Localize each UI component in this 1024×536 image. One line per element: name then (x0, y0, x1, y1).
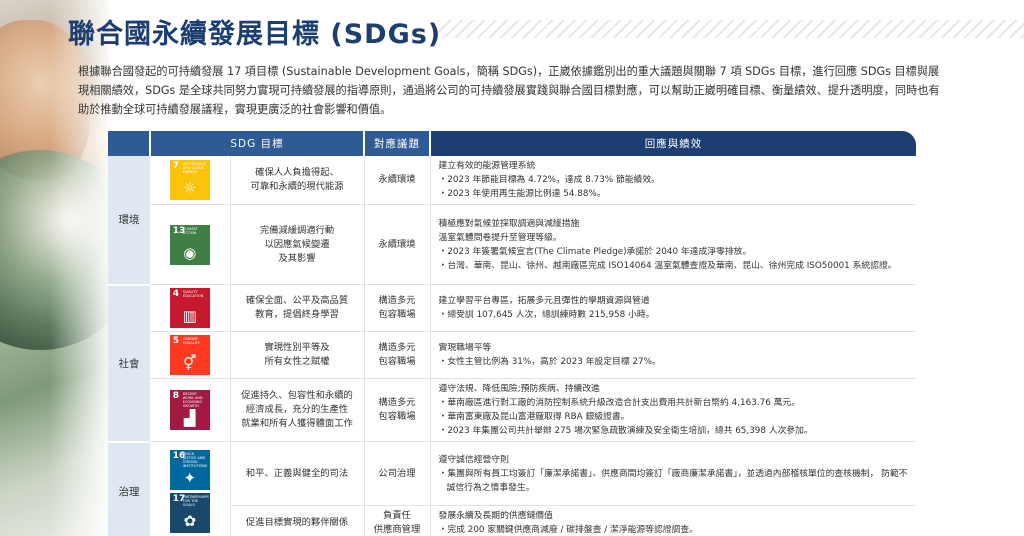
sdg-goal-7-icon: 7 AFFORDABLE AND CLEAN ENERGY ☼ (169, 160, 210, 200)
title-stripe-decoration (438, 20, 1024, 38)
table-row: 8 DECENT WORK AND ECONOMIC GROWTH ▟ 促進持久、包容… (108, 378, 917, 442)
intro-paragraph: 根據聯合國發起的可持續發展 17 項目標 (Sustainable Develo… (78, 65, 940, 116)
outcome-heading: 發展永續及長期的供應鏈價值 (438, 511, 553, 521)
outcome-bullet: 2023 年使用再生能源比例達 54.88%。 (439, 187, 909, 201)
table-row: 治理 16 PEACE, JUSTICE AND STRONG INSTITUTIO… (108, 441, 917, 536)
category-cell: 環境 (108, 156, 150, 286)
sdg-goal-5-icon: 5 GENDER EQUALITY ⚥ (169, 335, 210, 375)
header-goal: SDG 目標 (148, 131, 365, 156)
goal-cell: 和平、正義與健全的司法 (230, 441, 365, 506)
outcome-bullet: 女性主管比例為 31%，高於 2023 年設定目標 27%。 (439, 355, 909, 369)
outcome-heading: 遵守法規、降低風險;預防疾病、持續改進 (438, 384, 600, 394)
sdg-number: 8 (172, 391, 180, 401)
topic-cell: 永續環境 (364, 156, 431, 205)
outcome-cell: 遵守誠信經營守則集團與所有員工均簽訂「廉潔承諾書」、供應商間均簽訂「廠商廉潔承諾… (430, 441, 917, 506)
sdg-pictogram-icon: ⚥ (182, 354, 197, 372)
outcome-cell: 發展永續及長期的供應鏈價值完成 200 家關鍵供應商減廢 / 碳排盤查 / 潔淨… (430, 505, 917, 536)
sdg-icon-cell: 16 PEACE, JUSTICE AND STRONG INSTITUTIONS… (150, 441, 231, 536)
sdg-number: 5 (172, 336, 180, 346)
table-row: 促進目標實現的夥伴關係負責任 供應商管理發展永續及長期的供應鏈價值完成 200 … (108, 505, 917, 536)
topic-cell: 公司治理 (364, 441, 431, 506)
outcome-cell: 建立有效的能源管理系統 2023 年節能目標為 4.72%，達成 8.73% 節能… (430, 156, 917, 205)
table-row: 13 CLIMATE ACTION ◉ 完備減緩調適行動 以因應氣候變遷 及其影響 永續… (108, 204, 917, 285)
outcome-heading: 建立學習平台專區，拓展多元且彈性的學期資源與管道 (438, 296, 650, 306)
sdg-label: QUALITY EDUCATION (182, 290, 204, 298)
outcome-heading: 建立有效的能源管理系統 (438, 161, 536, 171)
category-cell: 治理 (108, 441, 150, 536)
sdg-pictogram-icon: ✿ (183, 511, 197, 530)
sdg-icon-cell: 8 DECENT WORK AND ECONOMIC GROWTH ▟ (150, 378, 231, 442)
goal-cell: 實現性別平等及 所有女性之賦權 (230, 331, 365, 379)
sdg-label: PEACE, JUSTICE AND STRONG INSTITUTIONS (182, 451, 208, 468)
sdg-icon-cell: 7 AFFORDABLE AND CLEAN ENERGY ☼ (150, 156, 231, 205)
sdg-label: DECENT WORK AND ECONOMIC GROWTH (182, 392, 203, 408)
goal-cell: 確保全面、公平及高品質 教育，提倡終身學習 (230, 284, 365, 332)
outcome-bullet: 2023 年簽署氣候宣言(The Climate Pledge)承諾於 2040… (439, 245, 909, 259)
outcome-cell: 積極應對氣候並採取調適與減緩措施 溫室氣體問卷提升至管理等級。 2023 年簽署氣… (430, 204, 917, 285)
sdg-label: AFFORDABLE AND CLEAN ENERGY (182, 162, 206, 174)
table-row: 社會 4 QUALITY EDUCATION ▥ 確保全面、公平及高品質 教育，提倡終身… (108, 284, 917, 443)
topic-cell: 構造多元 包容職場 (364, 331, 431, 379)
sdg-icon-cell: 4 QUALITY EDUCATION ▥ (150, 284, 231, 332)
sdg-icon-cell: 13 CLIMATE ACTION ◉ (150, 204, 231, 285)
outcome-bullet: 完成 200 家關鍵供應商減廢 / 碳排盤查 / 潔淨能源等認證調查。 (439, 523, 909, 536)
outcome-cell: 建立學習平台專區，拓展多元且彈性的學期資源與管道總受訓 107,645 人次，總… (430, 284, 917, 332)
sdg-table: SDG 目標 對應議題 回應與績效 環境 7 AFFORDABLE AND CLEA… (108, 131, 917, 536)
page-title: 聯合國永續發展目標 (SDGs) (68, 19, 442, 50)
sdg-pictogram-icon: ▥ (182, 307, 197, 325)
sdg-number: 4 (172, 289, 180, 299)
sdg-pictogram-icon: ▟ (183, 409, 196, 427)
outcome-bullet: 2023 年集團公司共計舉辦 275 場次緊急疏散演練及安全衛生培訓，總共 65… (439, 424, 909, 438)
outcome-bullet: 總受訓 107,645 人次，總訓練時數 215,958 小時。 (439, 308, 909, 322)
sdg-label: PARTNERSHIPS FOR THE GOALS (182, 494, 209, 507)
category-cell: 社會 (108, 284, 150, 443)
sdg-pictogram-icon: ☼ (183, 179, 197, 197)
sdg-goal-16-icon: 16 PEACE, JUSTICE AND STRONG INSTITUTIONS… (169, 449, 210, 490)
table-row: 環境 7 AFFORDABLE AND CLEAN ENERGY ☼ 確保人人負擔得起、… (108, 156, 917, 286)
topic-cell: 永續環境 (364, 204, 431, 285)
outcome-heading: 積極應對氣候並採取調適與減緩措施 溫室氣體問卷提升至管理等級。 (438, 218, 580, 243)
header-outcome: 回應與績效 (429, 131, 917, 156)
topic-cell: 負責任 供應商管理 (364, 505, 431, 536)
sdg-icon-cell: 5 GENDER EQUALITY ⚥ (150, 331, 231, 379)
table-header-row: SDG 目標 對應議題 回應與績效 (108, 131, 917, 156)
outcome-heading: 實現職場平等 (438, 343, 492, 353)
sdg-goal-8-icon: 8 DECENT WORK AND ECONOMIC GROWTH ▟ (169, 390, 210, 430)
sdg-number: 7 (172, 161, 180, 171)
outcome-cell: 實現職場平等女性主管比例為 31%，高於 2023 年設定目標 27%。 (430, 331, 917, 379)
topic-cell: 構造多元 包容職場 (364, 284, 431, 332)
sdg-label: CLIMATE ACTION (182, 226, 198, 235)
outcome-bullet: 2023 年節能目標為 4.72%，達成 8.73% 節能績效。 (439, 173, 909, 187)
sdg-pictogram-icon: ◉ (183, 243, 197, 262)
outcome-bullet: 台灣、華南、昆山、徐州、越南廠區完成 ISO14064 溫室氣體查證及華南、昆山… (439, 259, 909, 273)
outcome-heading: 遵守誠信經營守則 (438, 454, 509, 465)
sdg-goal-13-icon: 13 CLIMATE ACTION ◉ (169, 224, 210, 265)
header-corner (108, 131, 150, 156)
goal-cell: 促進持久、包容性和永續的 經濟成長，充分的生產性 就業和所有人獲得體面工作 (230, 378, 365, 442)
sdg-pictogram-icon: ✦ (183, 468, 197, 487)
topic-cell: 構造多元 包容職場 (364, 378, 431, 442)
sdg-label: GENDER EQUALITY (182, 337, 200, 345)
goal-cell: 促進目標實現的夥伴關係 (230, 505, 365, 536)
header-topic: 對應議題 (363, 131, 431, 156)
table-row: 5 GENDER EQUALITY ⚥ 實現性別平等及 所有女性之賦權 構造多元 包容職… (108, 331, 917, 379)
outcome-cell: 遵守法規、降低風險;預防疾病、持續改進華南廠區進行對工廠的消防控制系統升級改造合… (430, 378, 917, 442)
goal-cell: 完備減緩調適行動 以因應氣候變遷 及其影響 (230, 204, 365, 285)
outcome-bullet: 華南富東廠及昆山富港廠取得 RBA 銀級證書。 (439, 410, 909, 424)
sdg-goal-17-icon: 17 PARTNERSHIPS FOR THE GOALS ✿ (169, 492, 210, 533)
outcome-bullet: 華南廠區進行對工廠的消防控制系統升級改造合計支出費用共計新台幣約 4,163.7… (439, 396, 909, 410)
goal-cell: 確保人人負擔得起、 可靠和永續的現代能源 (230, 156, 365, 205)
outcome-bullet: 集團與所有員工均簽訂「廉潔承諾書」、供應商間均簽訂「廠商廉潔承諾書」，並透過內部… (439, 467, 909, 495)
sdg-goal-4-icon: 4 QUALITY EDUCATION ▥ (169, 288, 210, 328)
